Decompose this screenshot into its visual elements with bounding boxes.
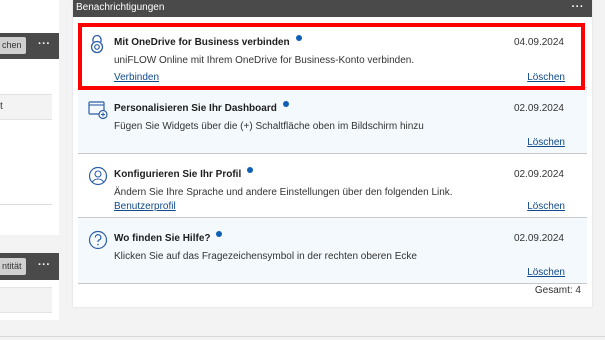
left-card-bottom-header: ntität ··· [0, 253, 59, 280]
notifications-header: Benachrichtigungen ··· [73, 0, 592, 17]
notification-item-help[interactable]: Wo finden Sie Hilfe? 02.09.2024 Klicken … [78, 218, 587, 284]
notification-description: Klicken Sie auf das Fragezeichensymbol i… [114, 251, 417, 262]
help-question-icon [88, 230, 108, 250]
notification-description: Fügen Sie Widgets über die (+) Schaltflä… [114, 121, 424, 132]
notification-date: 02.09.2024 [513, 103, 564, 114]
notifications-total: Gesamt: 4 [534, 285, 581, 296]
unread-dot [282, 101, 289, 107]
user-profile-icon [88, 166, 108, 186]
notifications-title: Benachrichtigungen [76, 2, 165, 13]
left-card-header: chen ··· [0, 33, 59, 59]
left-card-gap [0, 235, 59, 253]
notification-title: Mit OneDrive for Business verbinden [114, 35, 302, 48]
notifications-menu-dots[interactable]: ··· [572, 0, 585, 15]
notification-title: Wo finden Sie Hilfe? [114, 231, 223, 244]
delete-link[interactable]: Löschen [527, 201, 565, 212]
delete-link[interactable]: Löschen [527, 72, 565, 83]
left-card-row: t [0, 94, 52, 120]
notification-item-profile[interactable]: Konfigurieren Sie Ihr Profil 02.09.2024 … [78, 154, 587, 218]
notification-description: Ändern Sie Ihre Sprache und andere Einst… [114, 187, 453, 198]
left-card-action-button[interactable]: chen [0, 37, 26, 54]
left-card-bottom-row [0, 287, 52, 313]
notification-item-dashboard[interactable]: Personalisieren Sie Ihr Dashboard 02.09.… [78, 88, 587, 154]
notification-date: 04.09.2024 [513, 37, 564, 48]
dashboard-add-icon [88, 101, 108, 120]
unread-dot [216, 231, 223, 237]
notification-title: Personalisieren Sie Ihr Dashboard [114, 101, 289, 114]
left-card-divider [0, 204, 52, 205]
bottom-divider [0, 336, 605, 337]
unread-dot [295, 35, 302, 41]
left-card-bottom-menu-dots[interactable]: ··· [38, 259, 51, 271]
notifications-panel: Benachrichtigungen ··· Mit OneDrive for … [73, 0, 592, 307]
unread-dot [247, 167, 254, 173]
connect-link[interactable]: Verbinden [114, 72, 159, 83]
notification-description: uniFLOW Online mit Ihrem OneDrive for Bu… [114, 55, 415, 66]
delete-link[interactable]: Löschen [527, 267, 565, 278]
left-card-bottom-button[interactable]: ntität [0, 258, 26, 275]
left-card-menu-dots[interactable]: ··· [38, 38, 51, 50]
notification-item-onedrive[interactable]: Mit OneDrive for Business verbinden 04.0… [78, 22, 587, 88]
delete-link[interactable]: Löschen [527, 137, 565, 148]
onedrive-lock-icon [90, 34, 104, 54]
notification-date: 02.09.2024 [513, 169, 564, 180]
user-profile-link[interactable]: Benutzerprofil [114, 201, 176, 212]
notification-list: Mit OneDrive for Business verbinden 04.0… [78, 22, 587, 284]
notification-date: 02.09.2024 [513, 233, 564, 244]
notification-title: Konfigurieren Sie Ihr Profil [114, 167, 254, 180]
